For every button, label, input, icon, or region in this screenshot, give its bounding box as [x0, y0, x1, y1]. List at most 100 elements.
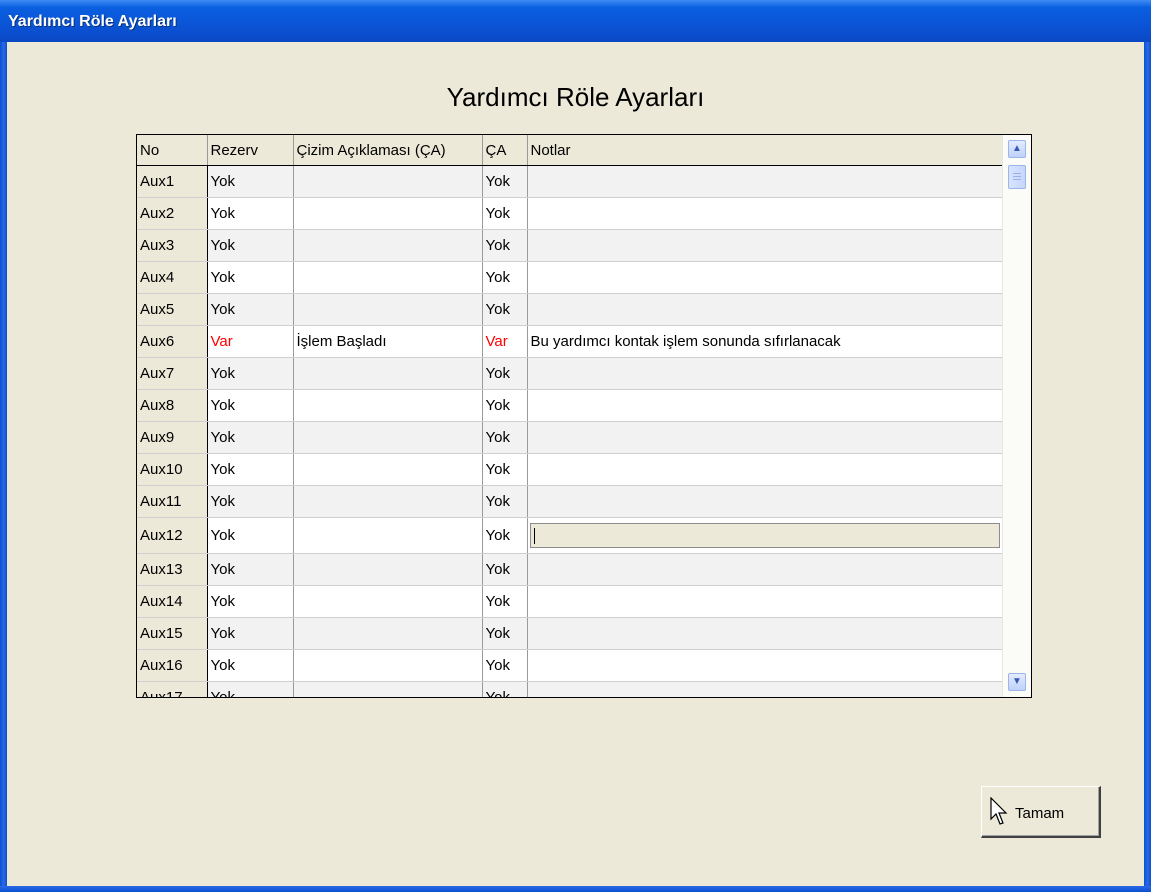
table-row[interactable]: Aux4 Yok Yok [137, 261, 1003, 294]
cell-notlar[interactable] [527, 357, 1003, 390]
cell-notlar[interactable] [527, 453, 1003, 486]
aux-relay-grid[interactable]: No Rezerv Çizim Açıklaması (ÇA) ÇA Notla… [136, 134, 1032, 698]
cell-notlar[interactable] [527, 485, 1003, 518]
cell-notlar[interactable] [527, 617, 1003, 650]
cell-no[interactable]: Aux9 [137, 421, 208, 454]
cell-ca[interactable]: Yok [482, 517, 528, 554]
scrollbar-thumb[interactable] [1008, 165, 1026, 189]
column-header-cizim-aciklamasi[interactable]: Çizim Açıklaması (ÇA) [293, 135, 483, 166]
cell-ca[interactable]: Yok [482, 357, 528, 390]
cell-cizim[interactable]: İşlem Başladı [293, 325, 483, 358]
cell-rezerv[interactable]: Yok [207, 681, 294, 697]
cell-rezerv[interactable]: Yok [207, 553, 294, 586]
table-row[interactable]: Aux15 Yok Yok [137, 617, 1003, 650]
cell-no[interactable]: Aux1 [137, 165, 208, 198]
notes-edit-field[interactable] [529, 523, 1000, 548]
column-header-ca[interactable]: ÇA [482, 135, 528, 166]
cell-no[interactable]: Aux7 [137, 357, 208, 390]
scroll-up-arrow-icon[interactable]: ▲ [1008, 140, 1026, 158]
cell-notlar[interactable] [527, 585, 1003, 618]
cell-cizim[interactable] [293, 389, 483, 422]
cell-ca[interactable]: Yok [482, 165, 528, 198]
cell-ca[interactable]: Var [482, 325, 528, 358]
cell-no[interactable]: Aux12 [137, 517, 208, 554]
cell-cizim[interactable] [293, 453, 483, 486]
cell-cizim[interactable] [293, 585, 483, 618]
cell-ca[interactable]: Yok [482, 229, 528, 262]
column-header-notlar[interactable]: Notlar [527, 135, 1003, 166]
cell-notlar[interactable] [527, 261, 1003, 294]
cell-no[interactable]: Aux8 [137, 389, 208, 422]
table-row[interactable]: Aux13 Yok Yok [137, 553, 1003, 586]
cell-notlar[interactable] [527, 165, 1003, 198]
cell-cizim[interactable] [293, 681, 483, 697]
cell-rezerv[interactable]: Yok [207, 197, 294, 230]
column-header-rezerv[interactable]: Rezerv [207, 135, 294, 166]
cell-rezerv[interactable]: Yok [207, 293, 294, 326]
cell-notlar[interactable] [527, 293, 1003, 326]
table-row[interactable]: Aux9 Yok Yok [137, 421, 1003, 454]
vertical-scrollbar[interactable]: ▲ ▼ [1002, 135, 1031, 697]
cell-notlar[interactable] [527, 229, 1003, 262]
cell-no[interactable]: Aux14 [137, 585, 208, 618]
cell-cizim[interactable] [293, 617, 483, 650]
cell-cizim[interactable] [293, 553, 483, 586]
cell-rezerv[interactable]: Yok [207, 229, 294, 262]
cell-ca[interactable]: Yok [482, 553, 528, 586]
cell-no[interactable]: Aux2 [137, 197, 208, 230]
cell-no[interactable]: Aux15 [137, 617, 208, 650]
cell-cizim[interactable] [293, 293, 483, 326]
cell-ca[interactable]: Yok [482, 261, 528, 294]
cell-notlar[interactable] [527, 389, 1003, 422]
cell-rezerv[interactable]: Yok [207, 485, 294, 518]
cell-ca[interactable]: Yok [482, 453, 528, 486]
cell-no[interactable]: Aux16 [137, 649, 208, 682]
cell-ca[interactable]: Yok [482, 421, 528, 454]
cell-ca[interactable]: Yok [482, 485, 528, 518]
table-row[interactable]: Aux17 Yok Yok [137, 681, 1003, 697]
cell-rezerv[interactable]: Yok [207, 165, 294, 198]
scroll-down-arrow-icon[interactable]: ▼ [1008, 673, 1026, 691]
cell-ca[interactable]: Yok [482, 649, 528, 682]
cell-notlar[interactable] [527, 681, 1003, 697]
table-row[interactable]: Aux1 Yok Yok [137, 165, 1003, 198]
cell-ca[interactable]: Yok [482, 585, 528, 618]
table-row[interactable]: Aux16 Yok Yok [137, 649, 1003, 682]
cell-notlar[interactable]: Bu yardımcı kontak işlem sonunda sıfırla… [527, 325, 1003, 358]
table-row[interactable]: Aux3 Yok Yok [137, 229, 1003, 262]
cell-rezerv[interactable]: Yok [207, 421, 294, 454]
ok-button[interactable]: Tamam [981, 786, 1101, 838]
cell-cizim[interactable] [293, 357, 483, 390]
cell-ca[interactable]: Yok [482, 293, 528, 326]
table-row[interactable]: Aux12 Yok Yok [137, 517, 1003, 554]
cell-rezerv[interactable]: Var [207, 325, 294, 358]
cell-no[interactable]: Aux10 [137, 453, 208, 486]
cell-rezerv[interactable]: Yok [207, 649, 294, 682]
cell-no[interactable]: Aux13 [137, 553, 208, 586]
cell-rezerv[interactable]: Yok [207, 389, 294, 422]
cell-cizim[interactable] [293, 517, 483, 554]
table-row[interactable]: Aux11 Yok Yok [137, 485, 1003, 518]
cell-ca[interactable]: Yok [482, 197, 528, 230]
cell-cizim[interactable] [293, 485, 483, 518]
cell-no[interactable]: Aux17 [137, 681, 208, 697]
cell-no[interactable]: Aux4 [137, 261, 208, 294]
cell-notlar[interactable] [527, 517, 1003, 554]
cell-rezerv[interactable]: Yok [207, 585, 294, 618]
cell-ca[interactable]: Yok [482, 681, 528, 697]
cell-no[interactable]: Aux5 [137, 293, 208, 326]
table-row[interactable]: Aux5 Yok Yok [137, 293, 1003, 326]
cell-cizim[interactable] [293, 649, 483, 682]
cell-cizim[interactable] [293, 421, 483, 454]
table-row[interactable]: Aux8 Yok Yok [137, 389, 1003, 422]
column-header-no[interactable]: No [137, 135, 208, 166]
table-row[interactable]: Aux10 Yok Yok [137, 453, 1003, 486]
cell-rezerv[interactable]: Yok [207, 357, 294, 390]
cell-rezerv[interactable]: Yok [207, 517, 294, 554]
cell-rezerv[interactable]: Yok [207, 453, 294, 486]
cell-notlar[interactable] [527, 553, 1003, 586]
cell-no[interactable]: Aux3 [137, 229, 208, 262]
cell-cizim[interactable] [293, 197, 483, 230]
cell-ca[interactable]: Yok [482, 617, 528, 650]
window-titlebar[interactable]: Yardımcı Röle Ayarları [0, 0, 1151, 42]
